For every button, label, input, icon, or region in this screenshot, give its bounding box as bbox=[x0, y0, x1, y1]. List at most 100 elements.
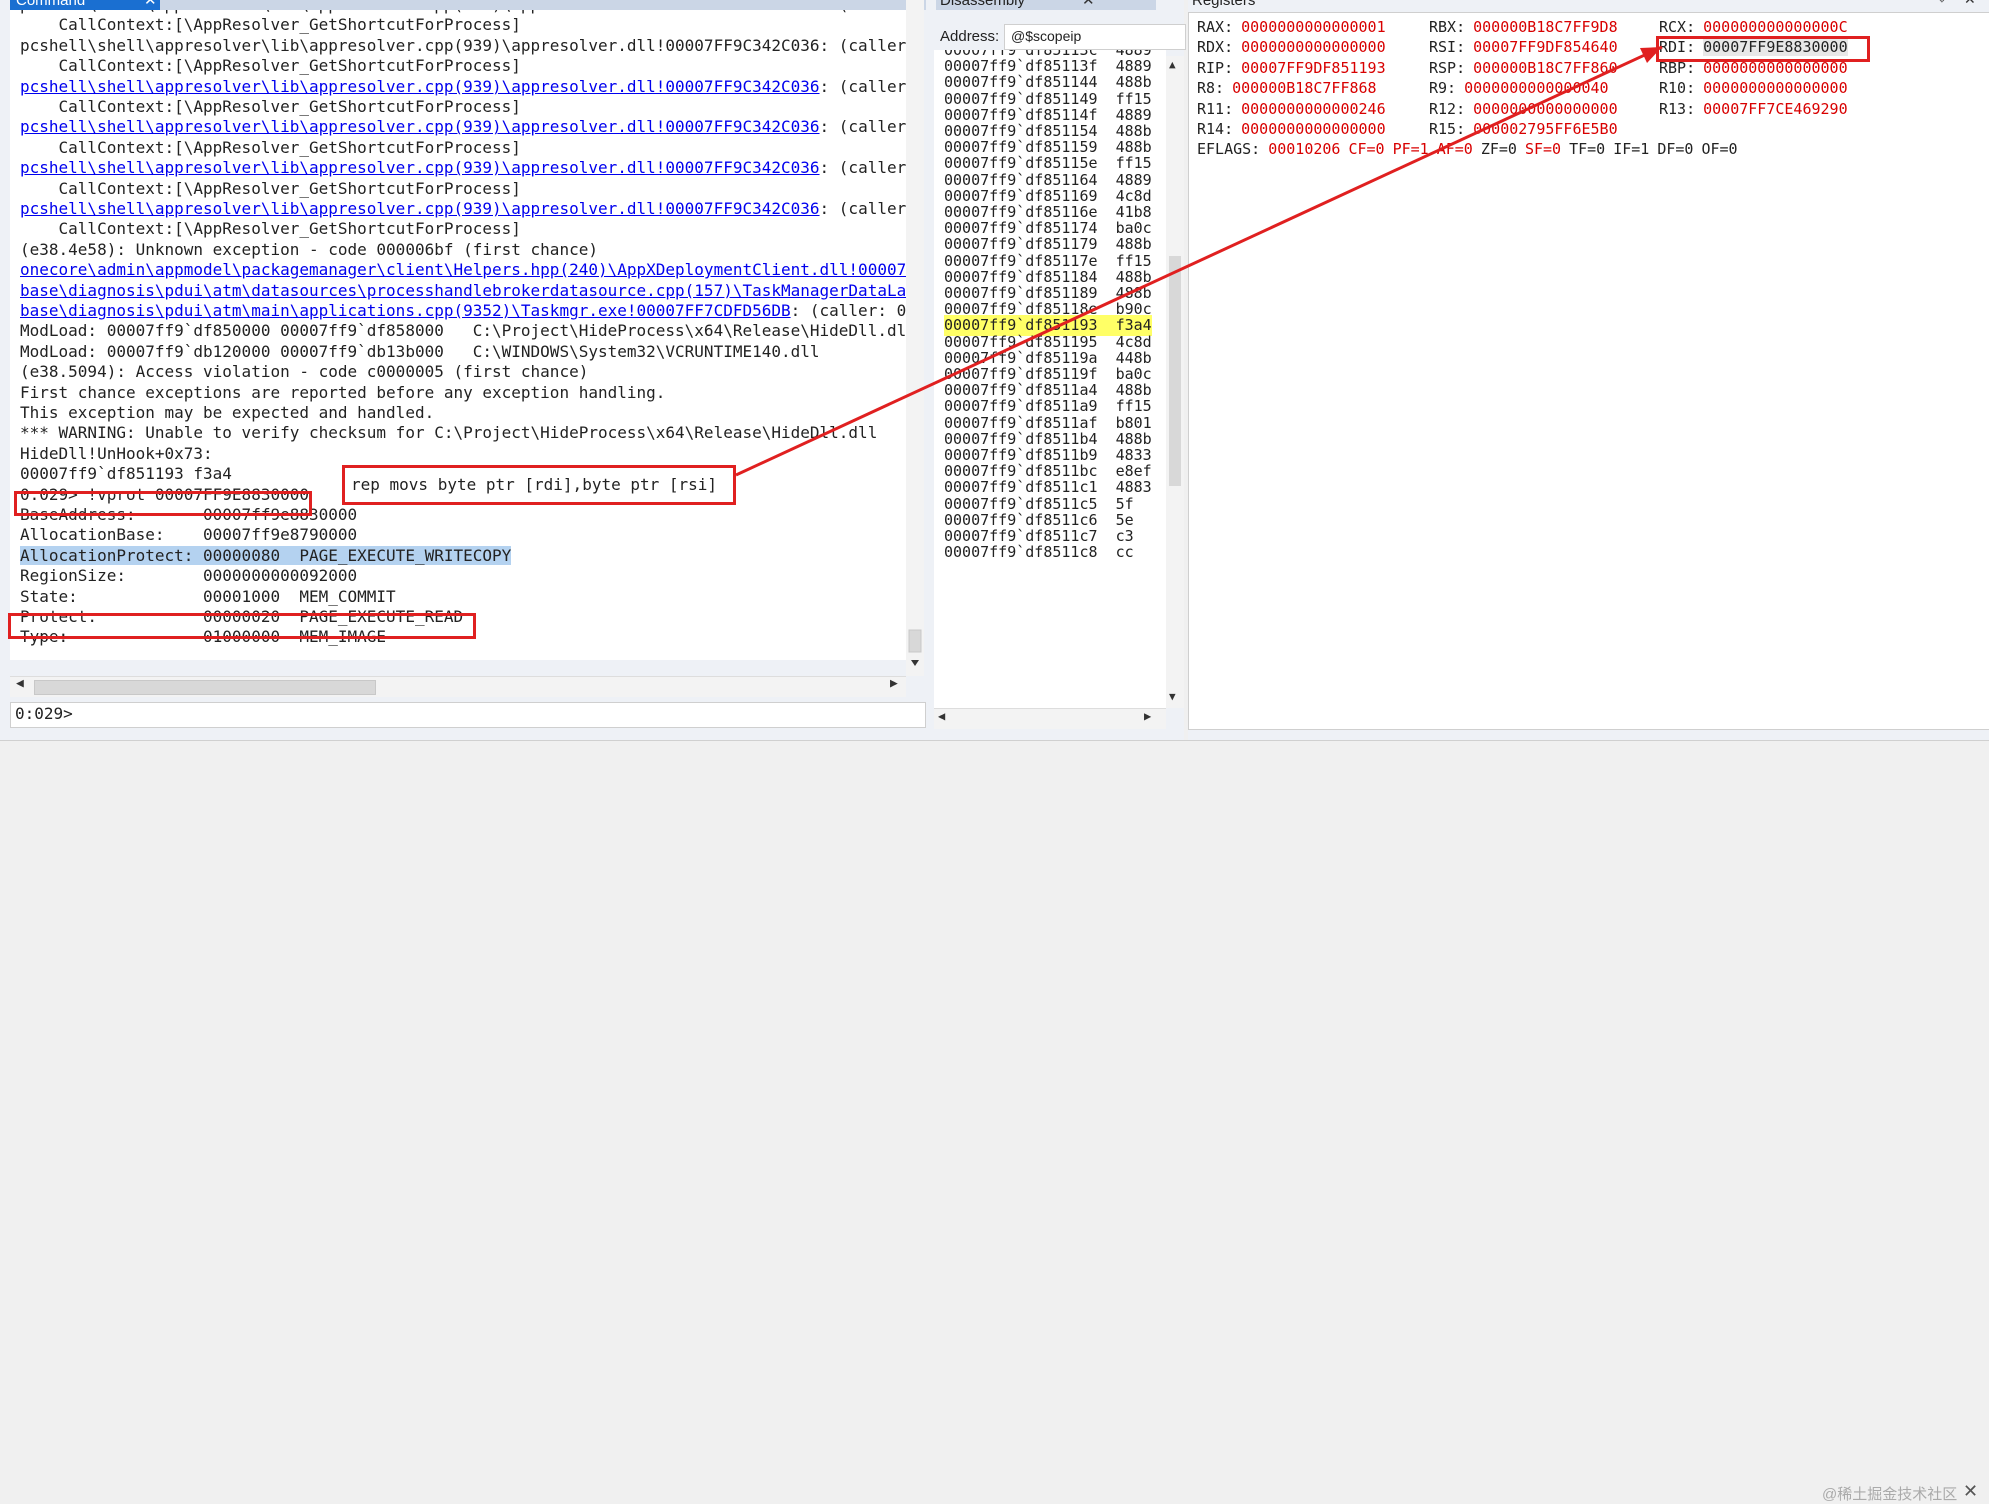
output-line[interactable]: pcshell\shell\appresolver\lib\appresolve… bbox=[20, 158, 906, 178]
command-input[interactable]: 0:029> bbox=[10, 702, 926, 728]
scroll-up-arrow-icon[interactable]: ▲ bbox=[1169, 58, 1176, 71]
watermark: @稀土掘金技术社区 bbox=[1822, 1486, 1958, 1503]
flag-value: PF=1 bbox=[1392, 140, 1429, 159]
registers-tab-label: Registers bbox=[1192, 0, 1256, 9]
scroll-down-arrow-icon[interactable]: ▼ bbox=[1169, 690, 1176, 703]
output-line[interactable]: pcshell\shell\appresolver\lib\appresolve… bbox=[20, 117, 906, 137]
registers-panel[interactable]: RAX: 0000000000000001 RBX: 000000B18C7FF9D8… bbox=[1188, 12, 1989, 730]
scroll-right-arrow-icon[interactable]: ▶ bbox=[1144, 709, 1151, 723]
command-tab[interactable]: Command ✕ bbox=[10, 0, 160, 10]
output-line[interactable]: pcshell\shell\appresolver\lib\appresolve… bbox=[20, 199, 906, 219]
register-entry[interactable]: R14: 0000000000000000 bbox=[1197, 119, 1386, 139]
output-line: *** WARNING: Unable to verify checksum f… bbox=[20, 423, 877, 443]
disassembly-window: 00007ff9`df85113c 4889 00007ff9`df85113f … bbox=[934, 0, 1186, 740]
output-line: RegionSize: 0000000000092000 bbox=[20, 566, 357, 586]
output-text: CallContext:[\AppResolver_GetShortcutFor… bbox=[20, 219, 521, 239]
source-link[interactable]: pcshell\shell\appresolver\lib\appresolve… bbox=[20, 158, 820, 177]
annotation-box-vprot bbox=[14, 491, 312, 516]
register-entry[interactable]: RCX: 000000000000000C bbox=[1659, 17, 1848, 37]
output-text: CallContext:[\AppResolver_GetShortcutFor… bbox=[20, 15, 521, 35]
register-entry[interactable]: R10: 0000000000000000 bbox=[1659, 78, 1848, 98]
disassembly-tab[interactable]: Disassembly ✕ bbox=[936, 0, 1156, 10]
scroll-left-arrow-icon[interactable]: ◀ bbox=[938, 709, 945, 723]
source-link[interactable]: pcshell\shell\appresolver\lib\appresolve… bbox=[20, 199, 820, 218]
command-horizontal-scrollbar[interactable]: ◀ ▶ bbox=[10, 676, 906, 697]
register-name: RSI: bbox=[1429, 38, 1466, 57]
output-text: (e38.4e58): Unknown exception - code 000… bbox=[20, 239, 598, 259]
register-entry[interactable]: RDX: 0000000000000000 bbox=[1197, 37, 1386, 57]
register-value: 00007FF9DF851193 bbox=[1241, 58, 1386, 77]
scroll-down-arrow-icon bbox=[911, 660, 919, 666]
close-icon[interactable]: ✕ bbox=[1082, 0, 1095, 9]
eflags-value: 00010206 bbox=[1268, 140, 1341, 159]
register-entry[interactable]: RSP: 000000B18C7FF860 bbox=[1429, 58, 1618, 78]
pin-icon[interactable]: ⌖ bbox=[1938, 0, 1946, 8]
register-value: 000000B18C7FF860 bbox=[1473, 58, 1618, 77]
flag-value: TF=0 bbox=[1569, 140, 1606, 159]
register-name: R14: bbox=[1197, 120, 1234, 138]
register-entry[interactable]: RBX: 000000B18C7FF9D8 bbox=[1429, 17, 1618, 37]
output-line: First chance exceptions are reported bef… bbox=[20, 383, 665, 403]
output-line: (e38.5094): Access violation - code c000… bbox=[20, 362, 588, 382]
source-link[interactable]: pcshell\shell\appresolver\lib\appresolve… bbox=[20, 77, 820, 96]
instruction-address: 00007ff9`df8511c8 bbox=[944, 543, 1098, 562]
eflags-row[interactable]: EFLAGS: 00010206 CF=0 PF=1 AF=0 ZF=0 SF=0 TF=0 I… bbox=[1197, 139, 1738, 159]
register-name: RDX: bbox=[1197, 38, 1234, 57]
register-value: 0000000000000000 bbox=[1241, 38, 1386, 57]
disassembly-listing[interactable]: 00007ff9`df85113c 4889 00007ff9`df85113f … bbox=[934, 50, 1166, 710]
close-icon[interactable]: ✕ bbox=[144, 0, 157, 9]
source-link[interactable]: pcshell\shell\appresolver\lib\appresolve… bbox=[20, 117, 820, 136]
register-value: 000000B18C7FF868 bbox=[1232, 79, 1377, 98]
output-text: : (caller: 0 bbox=[790, 301, 906, 320]
output-line[interactable]: pcshell\shell\appresolver\lib\appresolve… bbox=[20, 77, 906, 97]
register-entry[interactable]: RSI: 00007FF9DF854640 bbox=[1429, 37, 1618, 57]
scrollbar-thumb[interactable] bbox=[1169, 256, 1181, 486]
register-name: RBX: bbox=[1429, 18, 1466, 36]
output-text: AllocationBase: 00007ff9e8790000 bbox=[20, 525, 358, 545]
flag-value: ZF=0 bbox=[1480, 140, 1517, 159]
output-line[interactable]: onecore\admin\appmodel\packagemanager\cl… bbox=[20, 260, 906, 280]
register-entry[interactable]: R12: 0000000000000000 bbox=[1429, 99, 1618, 119]
flag-value: IF=1 bbox=[1613, 140, 1650, 159]
address-input[interactable]: @$scopeip bbox=[1004, 24, 1186, 50]
source-link[interactable]: base\diagnosis\pdui\atm\main\application… bbox=[20, 301, 791, 320]
output-line: CallContext:[\AppResolver_GetShortcutFor… bbox=[20, 97, 521, 117]
scroll-left-arrow-icon[interactable]: ◀ bbox=[16, 676, 24, 691]
output-line: CallContext:[\AppResolver_GetShortcutFor… bbox=[20, 138, 521, 158]
register-name: R8: bbox=[1197, 79, 1225, 98]
output-line[interactable]: base\diagnosis\pdui\atm\datasources\proc… bbox=[20, 281, 906, 301]
output-line: CallContext:[\AppResolver_GetShortcutFor… bbox=[20, 179, 521, 199]
register-entry[interactable]: R9: 0000000000000040 bbox=[1429, 78, 1609, 98]
disassembly-horizontal-scrollbar[interactable]: ◀ ▶ bbox=[934, 708, 1166, 729]
output-text: CallContext:[\AppResolver_GetShortcutFor… bbox=[20, 178, 521, 198]
register-entry[interactable]: RIP: 00007FF9DF851193 bbox=[1197, 58, 1386, 78]
output-line: CallContext:[\AppResolver_GetShortcutFor… bbox=[20, 56, 521, 76]
output-line: ModLoad: 00007ff9`df850000 00007ff9`df85… bbox=[20, 321, 906, 341]
disassembly-vertical-scrollbar[interactable]: ▲ ▼ bbox=[1166, 56, 1184, 708]
output-text: RegionSize: 0000000000092000 bbox=[20, 566, 358, 586]
annotation-box-protect bbox=[8, 613, 476, 639]
source-link[interactable]: base\diagnosis\pdui\atm\datasources\proc… bbox=[20, 281, 906, 300]
output-text: CallContext:[\AppResolver_GetShortcutFor… bbox=[20, 56, 521, 76]
command-vertical-scrollbar[interactable] bbox=[906, 0, 924, 676]
register-entry[interactable]: R15: 000002795FF6E5B0 bbox=[1429, 119, 1618, 139]
register-value: 00007FF7CE469290 bbox=[1703, 99, 1848, 118]
register-value: 0000000000000040 bbox=[1464, 79, 1609, 98]
close-icon[interactable]: ✕ bbox=[1963, 1481, 1978, 1502]
register-entry[interactable]: R11: 0000000000000246 bbox=[1197, 99, 1386, 119]
output-text: : (caller bbox=[819, 76, 906, 96]
command-output[interactable]: pcshell\shell\appresolver\lib\appresolve… bbox=[10, 0, 906, 660]
register-entry[interactable]: R13: 00007FF7CE469290 bbox=[1659, 99, 1848, 119]
register-entry[interactable]: RAX: 0000000000000001 bbox=[1197, 17, 1386, 37]
flag-value: CF=0 bbox=[1348, 140, 1385, 159]
disassembly-row[interactable]: 00007ff9`df8511c8 cc bbox=[944, 542, 1134, 562]
scrollbar-thumb[interactable] bbox=[34, 680, 376, 695]
output-text: First chance exceptions are reported bef… bbox=[20, 382, 666, 402]
output-text: ModLoad: 00007ff9`db120000 00007ff9`db13… bbox=[20, 341, 820, 361]
output-line[interactable]: base\diagnosis\pdui\atm\main\application… bbox=[20, 301, 906, 321]
register-entry[interactable]: R8: 000000B18C7FF868 bbox=[1197, 78, 1377, 98]
registers-window: Registers ⌖ ✕ RAX: 0000000000000001 RBX: 00… bbox=[1188, 0, 1989, 740]
scroll-right-arrow-icon[interactable]: ▶ bbox=[890, 676, 898, 691]
source-link[interactable]: onecore\admin\appmodel\packagemanager\cl… bbox=[20, 260, 906, 279]
close-icon[interactable]: ✕ bbox=[1964, 0, 1976, 8]
